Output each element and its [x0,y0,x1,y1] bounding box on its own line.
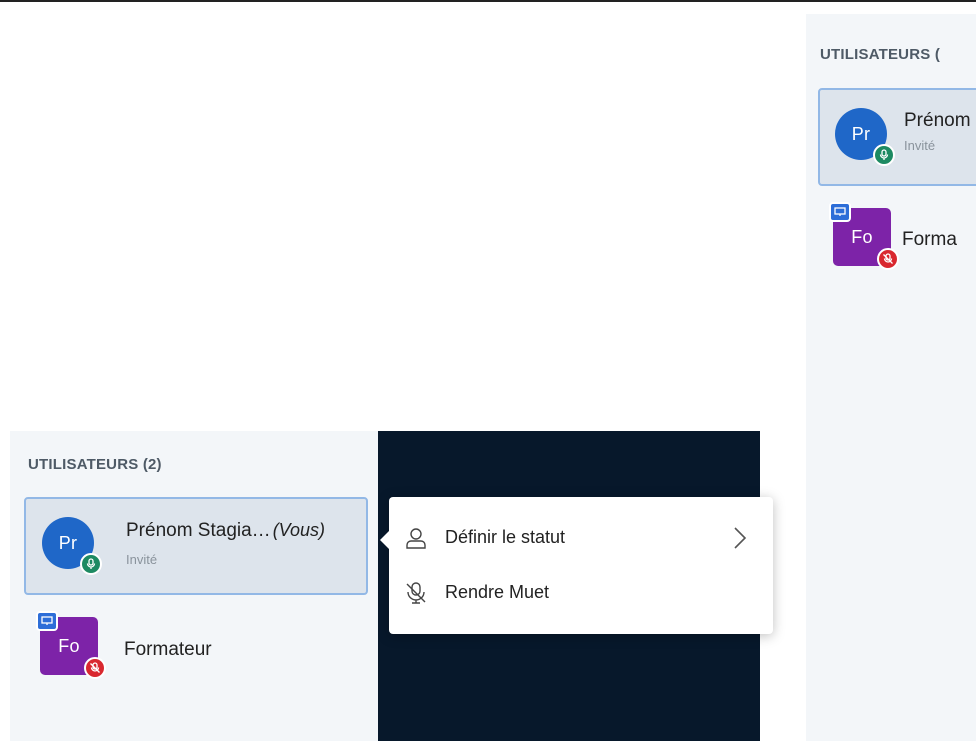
microphone-muted-icon [877,248,899,270]
users-panel-right: UTILISATEURS ( Pr Prénom Invité Fo Forma [806,14,976,741]
user-avatar: Fo [829,202,899,270]
user-avatar: Pr [42,517,102,575]
menu-item-mute[interactable]: Rendre Muet [389,567,773,619]
presenter-icon [36,611,58,631]
user-icon [404,526,428,550]
microphone-icon [80,553,102,575]
users-section-title: UTILISATEURS (2) [28,456,162,473]
user-avatar: Pr [835,108,895,166]
user-list-item-current[interactable]: Pr Prénom Stagia… (Vous) Invité [24,497,368,595]
users-panel: UTILISATEURS (2) Pr Prénom Stagia… (Vous)… [10,431,378,741]
user-role: Invité [904,138,936,153]
users-section-title: UTILISATEURS ( [820,46,941,63]
chevron-right-icon [729,524,751,552]
user-name: Prénom Stagia… [126,520,271,541]
user-avatar: Fo [36,611,106,679]
user-list-item-current[interactable]: Pr Prénom Invité [818,88,976,186]
user-context-menu: Définir le statut Rendre Muet [380,497,773,634]
user-role: Invité [126,552,158,567]
mic-muted-icon [404,581,428,605]
user-name-line: Prénom Stagia… (Vous) [126,520,325,542]
menu-item-label: Rendre Muet [445,582,550,602]
microphone-muted-icon [84,657,106,679]
presenter-icon [829,202,851,222]
user-list-item[interactable]: Fo Formateur [24,609,368,689]
microphone-icon [873,144,895,166]
user-name: Prénom [904,110,971,131]
user-name: Forma [902,229,957,250]
user-list-item[interactable]: Fo Forma [818,200,976,280]
you-label: (Vous) [272,520,326,540]
menu-pointer [380,531,389,549]
user-name: Formateur [124,639,212,660]
menu-item-set-status[interactable]: Définir le statut [389,512,773,564]
menu-item-label: Définir le statut [445,527,566,547]
top-border-line [0,0,976,2]
